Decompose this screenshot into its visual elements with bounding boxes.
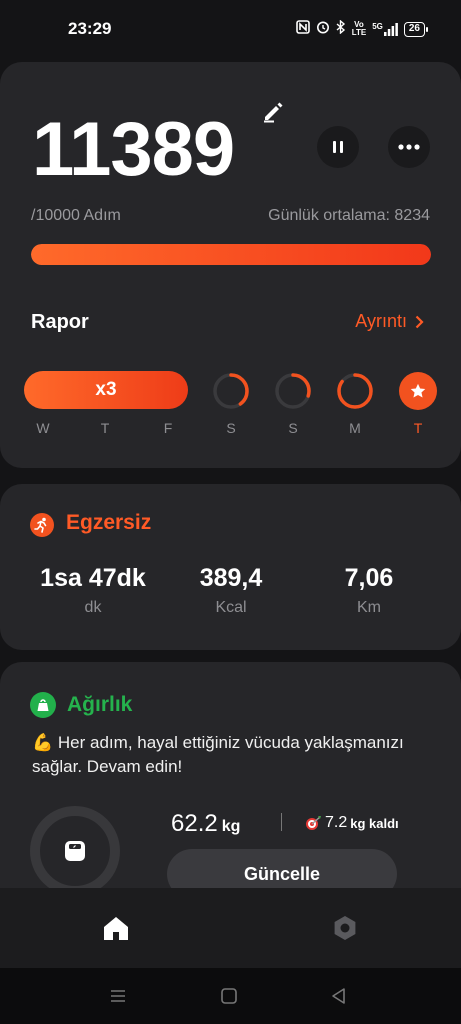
volte-icon: Vo LTE <box>351 20 367 37</box>
day-label: T <box>413 420 423 436</box>
alarm-icon <box>316 20 330 38</box>
day-label: F <box>163 420 173 436</box>
weight-divider <box>281 813 282 831</box>
day-label: M <box>349 420 361 436</box>
details-label: Ayrıntı <box>355 311 407 331</box>
back-button[interactable] <box>329 986 349 1006</box>
update-label: Güncelle <box>243 863 321 884</box>
running-icon <box>30 513 54 537</box>
battery-indicator: 26 <box>403 21 429 37</box>
settings-nav-button[interactable] <box>330 913 360 943</box>
system-home-button[interactable] <box>219 986 239 1006</box>
day-progress-ring[interactable] <box>336 372 374 410</box>
system-navigation-bar <box>0 968 461 1024</box>
duration-unit: dk <box>84 599 102 616</box>
weight-title: Ağırlık <box>67 693 133 716</box>
current-weight: 62.2 kg <box>171 810 240 838</box>
pause-button[interactable] <box>317 126 359 168</box>
weight-message-text: Her adım, hayal ettiğiniz vücuda yaklaşm… <box>32 733 404 776</box>
today-star-badge[interactable] <box>399 372 437 410</box>
step-goal: /10000 Adım <box>31 207 121 224</box>
current-weight-unit: kg <box>221 818 241 835</box>
day-label: S <box>226 420 236 436</box>
bottom-navigation <box>0 888 461 968</box>
calories-value: 389,4 <box>199 564 263 592</box>
exercise-calories: 389,4 Kcal <box>161 564 301 617</box>
more-button[interactable] <box>388 126 430 168</box>
report-title: Rapor <box>31 311 89 333</box>
home-icon <box>104 917 128 940</box>
exercise-card[interactable]: Egzersiz 1sa 47dk dk 389,4 Kcal 7,06 Km <box>0 484 461 650</box>
recent-apps-button[interactable] <box>108 986 128 1006</box>
scale-icon <box>65 841 85 861</box>
menu-icon <box>111 990 125 1002</box>
home-nav-button[interactable] <box>101 913 131 943</box>
day-progress-ring[interactable] <box>212 372 250 410</box>
remaining-unit: kg kaldı <box>350 815 399 831</box>
target-icon <box>306 816 321 830</box>
step-progress-fill <box>31 244 431 265</box>
chevron-right-icon <box>415 315 424 328</box>
current-weight-value: 62.2 <box>171 810 218 837</box>
more-icon <box>398 144 420 150</box>
flexed-biceps-icon: 💪 <box>32 733 54 752</box>
status-time: 23:29 <box>68 19 112 38</box>
day-progress-ring[interactable] <box>274 372 312 410</box>
remaining-value: 7.2 <box>325 814 348 831</box>
edit-icon[interactable] <box>261 98 287 124</box>
streak-pill[interactable]: x3 <box>24 371 188 409</box>
day-label: W <box>36 420 50 436</box>
distance-value: 7,06 <box>344 564 394 592</box>
day-label: T <box>100 420 110 436</box>
daily-average: Günlük ortalama: 8234 <box>268 207 430 224</box>
step-count: 11389 <box>32 107 235 192</box>
duration-value: 1sa 47dk <box>40 564 146 592</box>
scale-ring <box>30 806 120 896</box>
steps-card: 11389 /10000 Adım Günlük ortalama: 8234 … <box>0 62 461 468</box>
weight-icon <box>30 692 56 718</box>
status-bar: 23:29 Vo LTE 5G 26 <box>0 0 461 60</box>
streak-label: x3 <box>95 379 117 400</box>
distance-unit: Km <box>357 599 381 616</box>
day-label: S <box>288 420 298 436</box>
star-icon <box>410 383 426 398</box>
bluetooth-icon <box>336 19 346 38</box>
weight-remaining: 7.2 kg kaldı <box>304 814 399 832</box>
pause-icon <box>333 141 343 153</box>
network-type: 5G <box>372 21 383 31</box>
exercise-duration: 1sa 47dk dk <box>23 564 163 617</box>
settings-icon <box>334 916 356 940</box>
weight-card[interactable]: Ağırlık 💪 Her adım, hayal ettiğiniz vücu… <box>0 662 461 922</box>
nfc-icon <box>295 20 310 38</box>
calories-unit: Kcal <box>215 599 247 616</box>
square-icon <box>221 988 237 1004</box>
exercise-distance: 7,06 Km <box>299 564 439 617</box>
details-link[interactable]: Ayrıntı <box>355 311 424 332</box>
back-triangle-icon <box>332 988 345 1004</box>
status-icons: Vo LTE 5G 26 <box>295 19 429 38</box>
step-progress-bar <box>31 244 431 265</box>
signal-icon: 5G <box>372 21 398 36</box>
weight-message: 💪 Her adım, hayal ettiğiniz vücuda yakla… <box>32 731 412 779</box>
exercise-title: Egzersiz <box>66 511 152 534</box>
